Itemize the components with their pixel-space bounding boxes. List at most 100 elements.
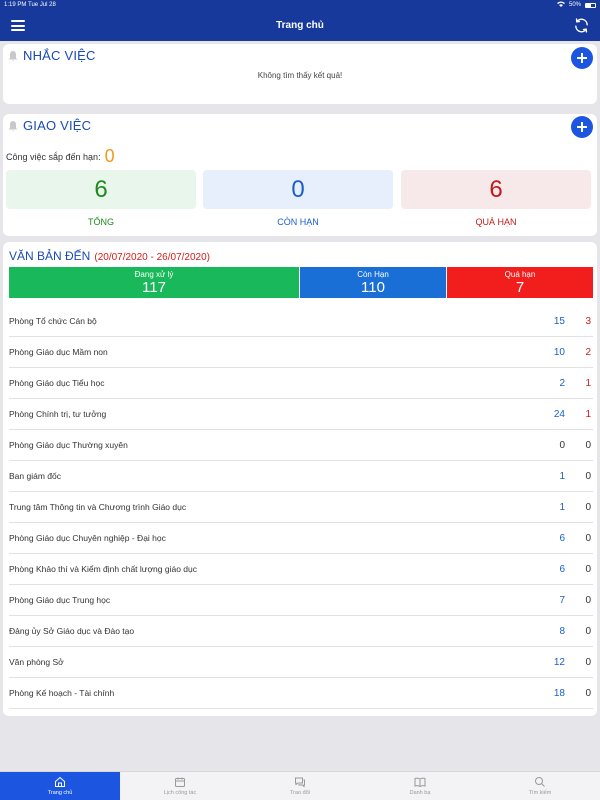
bell-icon [8,50,18,61]
department-name: Trung tâm Thông tin và Chương trình Giáo… [9,502,187,512]
department-overdue-count: 1 [585,408,591,420]
documents-summary: Đang xử lý 117 Còn Hạn 110 Quá hạn 7 [9,267,593,298]
department-row[interactable]: Phòng Kế hoạch - Tài chính 18 0 [9,678,593,709]
documents-title: VĂN BẢN ĐẾN [9,249,91,263]
tab-home[interactable]: Trang chủ [0,772,120,800]
department-name: Phòng Giáo dục Mầm non [9,347,108,357]
department-valid-count: 7 [559,594,565,606]
department-row[interactable]: Phòng Giáo dục Thường xuyên 0 0 [9,430,593,461]
home-icon [55,776,65,787]
status-time: 1:19 PM [4,2,27,8]
department-name: Đảng ủy Sở Giáo dục và Đào tạo [9,626,135,636]
stat-total-value: 6 [94,175,108,203]
top-nav-bar: Trang chủ [0,10,600,41]
department-valid-count: 10 [553,346,565,358]
department-name: Ban giám đốc [9,471,61,481]
department-overdue-count: 0 [585,594,591,606]
documents-date-range: (20/07/2020 - 26/07/2020) [94,252,211,263]
department-row[interactable]: Trung tâm Thông tin và Chương trình Giáo… [9,492,593,523]
summary-overdue-label: Quá hạn [504,269,536,279]
summary-processing[interactable]: Đang xử lý 117 [9,267,299,298]
tasks-header: GIAO VIỆC [3,118,91,133]
department-overdue-count: 0 [585,687,591,699]
department-overdue-count: 0 [585,501,591,513]
tab-chat-label: Trao đổi [290,790,310,796]
stat-total-box[interactable]: 6 [6,170,196,209]
stat-overdue-box[interactable]: 6 [401,170,591,209]
department-valid-count: 1 [559,470,565,482]
department-list: Phòng Tổ chức Cán bộ 15 3 Phòng Giáo dục Mầ… [9,306,593,709]
battery-icon [585,2,596,8]
upcoming-label: Công việc sắp đến hạn: [6,151,101,162]
tab-search-label: Tìm kiếm [528,790,552,796]
book-icon [414,777,426,788]
stat-overdue-value: 6 [489,175,503,203]
wifi-icon [556,1,565,9]
tasks-card: GIAO VIỆC Công việc sắp đến hạn: 0 6 TỔN… [3,114,597,236]
department-row[interactable]: Phòng Giáo dục Tiểu học 2 1 [9,368,593,399]
department-overdue-count: 0 [585,439,591,451]
tab-chat[interactable]: Trao đổi [240,772,360,800]
department-valid-count: 15 [553,315,565,327]
department-name: Phòng Giáo dục Thường xuyên [9,440,128,450]
department-row[interactable]: Ban giám đốc 1 0 [9,461,593,492]
status-date: Tue Jul 28 [28,2,56,8]
plus-icon [577,53,587,63]
upcoming-count: 0 [104,146,115,166]
add-reminder-button[interactable] [571,47,593,69]
department-valid-count: 6 [559,563,565,575]
department-valid-count: 12 [553,656,565,668]
summary-valid-label: Còn Hạn [357,269,389,279]
department-overdue-count: 0 [585,625,591,637]
tab-search[interactable]: Tìm kiếm [480,772,600,800]
department-valid-count: 1 [559,501,565,513]
department-name: Phòng Kế hoạch - Tài chính [9,688,115,698]
department-row[interactable]: Phòng Giáo dục Chuyên nghiệp - Đại học 6 0 [9,523,593,554]
department-name: Phòng Khảo thí và Kiểm định chất lượng g… [9,564,197,574]
department-valid-count: 24 [553,408,565,420]
department-row[interactable]: Phòng Chính trị, tư tưởng 24 1 [9,399,593,430]
summary-valid[interactable]: Còn Hạn 110 [299,267,446,298]
empty-result-text: Không tìm thấy kết quả! [257,71,343,80]
tab-home-label: Trang chủ [47,790,73,796]
bottom-tab-bar: Trang chủ Lịch công tác Trao đổi Danh bạ… [0,771,600,800]
tab-calendar[interactable]: Lịch công tác [120,772,240,800]
department-row[interactable]: Phòng Giáo dục Mầm non 10 2 [9,337,593,368]
plus-icon [577,122,587,132]
summary-valid-value: 110 [361,278,385,296]
summary-overdue[interactable]: Quá hạn 7 [446,267,593,298]
chat-icon [295,777,305,788]
refresh-icon[interactable] [573,17,590,34]
tab-calendar-label: Lịch công tác [163,790,197,796]
status-bar: 1:19 PM Tue Jul 28 50% [0,0,600,10]
department-overdue-count: 3 [585,315,591,327]
add-task-button[interactable] [571,116,593,138]
department-row[interactable]: Văn phòng Sở 12 0 [9,647,593,678]
department-name: Phòng Tổ chức Cán bộ [9,316,97,326]
stat-valid-box[interactable]: 0 [203,170,393,209]
stat-overdue-label: QUÁ HẠN [475,217,517,227]
bell-icon [8,120,18,131]
department-name: Văn phòng Sở [9,657,64,667]
department-valid-count: 0 [559,439,565,451]
tab-contacts[interactable]: Danh bạ [360,772,480,800]
department-row[interactable]: Phòng Khảo thí và Kiểm định chất lượng g… [9,554,593,585]
tasks-title: GIAO VIỆC [23,118,92,133]
department-overdue-count: 2 [585,346,591,358]
department-row[interactable]: Phòng Tổ chức Cán bộ 15 3 [9,306,593,337]
summary-processing-label: Đang xử lý [134,269,174,279]
reminders-title: NHẮC VIỆC [23,48,96,63]
department-row[interactable]: Đảng ủy Sở Giáo dục và Đào tạo 8 0 [9,616,593,647]
battery-percent: 50% [568,2,581,8]
documents-header: VĂN BẢN ĐẾN (20/07/2020 - 26/07/2020) [9,249,210,263]
incoming-documents-card: VĂN BẢN ĐẾN (20/07/2020 - 26/07/2020) Đa… [3,242,597,716]
summary-overdue-value: 7 [515,278,525,296]
upcoming-tasks: Công việc sắp đến hạn: 0 [6,146,115,167]
department-row[interactable]: Phòng Giáo dục Trung học 7 0 [9,585,593,616]
summary-processing-value: 117 [142,278,166,296]
reminders-header: NHẮC VIỆC [3,48,96,63]
reminders-card: NHẮC VIỆC Không tìm thấy kết quả! [3,44,597,104]
department-overdue-count: 0 [585,532,591,544]
menu-icon[interactable] [11,20,25,31]
department-name: Phòng Giáo dục Tiểu học [9,378,105,388]
